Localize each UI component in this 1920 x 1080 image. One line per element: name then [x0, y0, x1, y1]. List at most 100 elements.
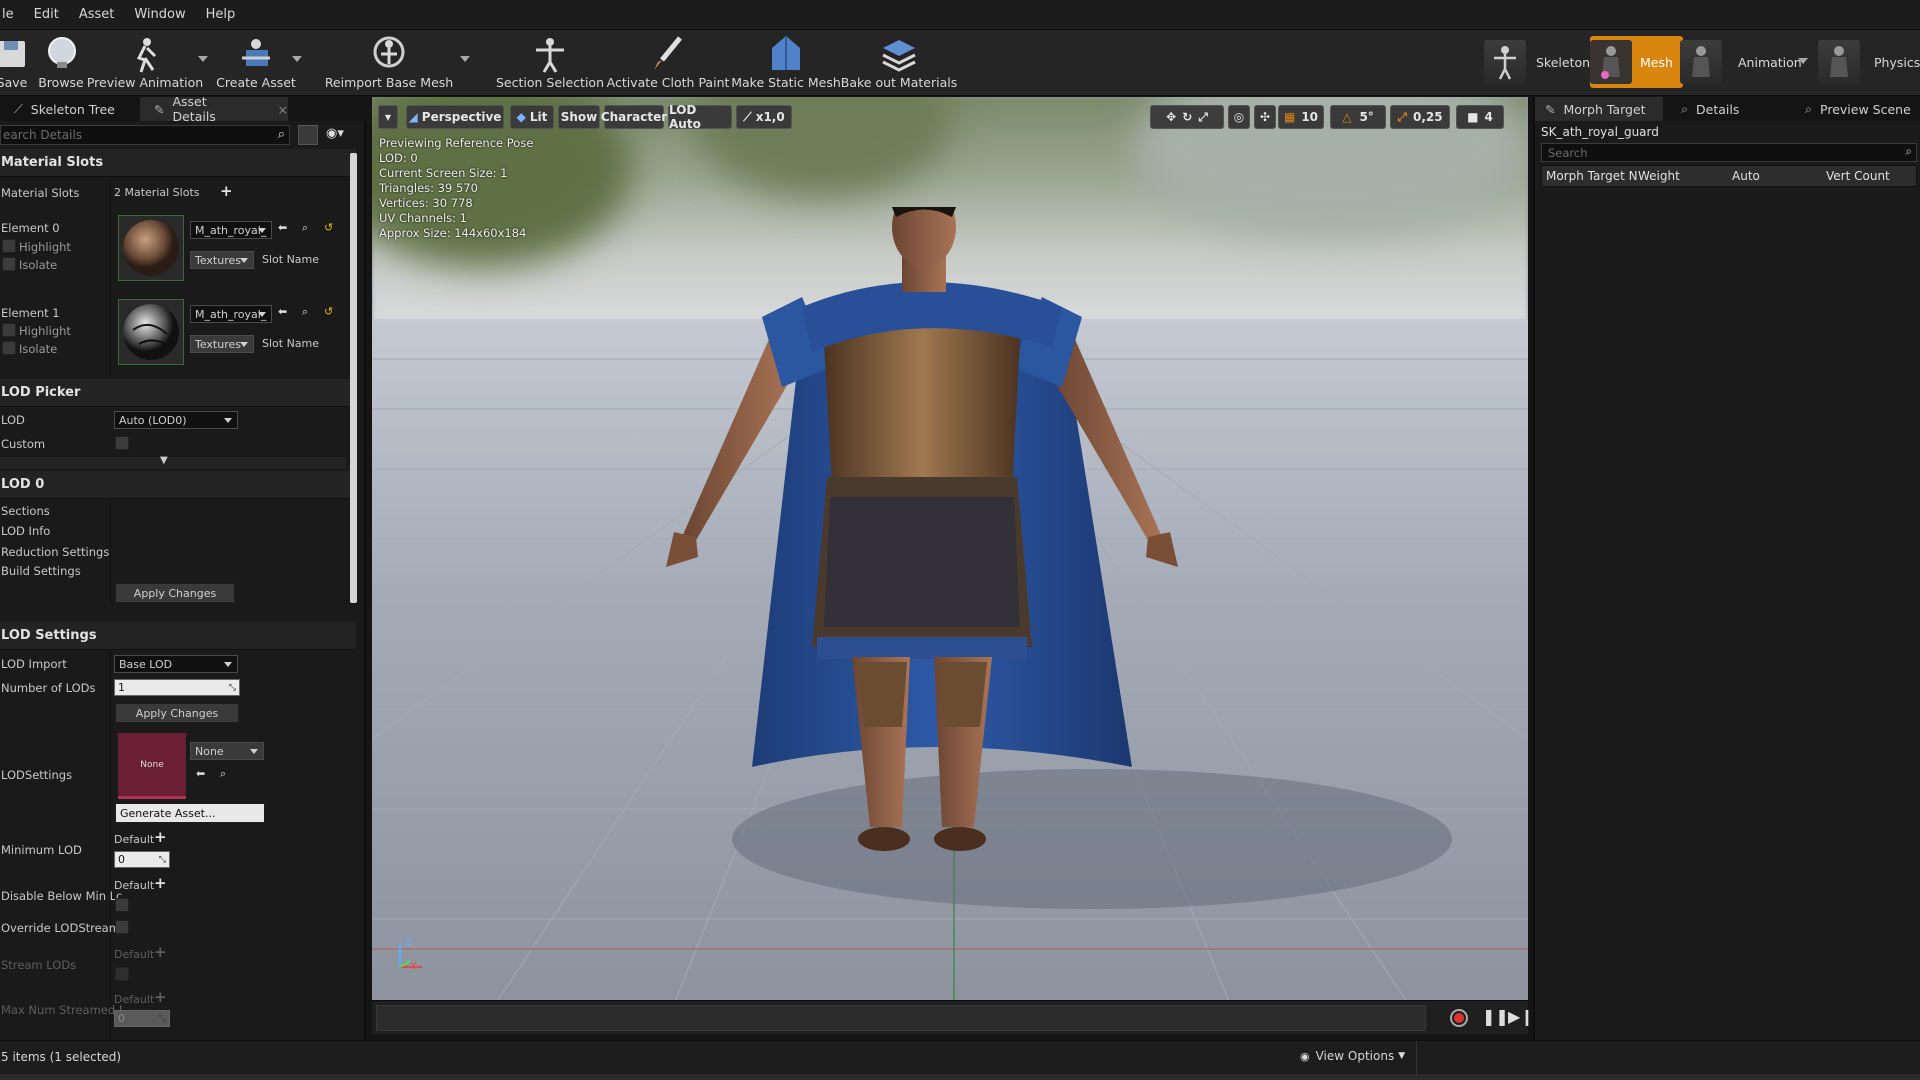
details-search-input[interactable]: earch Details ⌕ [0, 125, 290, 145]
viewport-options-button[interactable]: ▾ [378, 105, 398, 129]
textures-combo-0[interactable]: Textures [190, 251, 254, 269]
lod-info-item[interactable]: LOD Info [1, 524, 50, 538]
sections-item[interactable]: Sections [1, 504, 50, 518]
rotate-icon[interactable]: ↻ [1182, 110, 1192, 124]
menu-file[interactable]: le [2, 7, 14, 22]
eye-icon[interactable]: ◉▾ [326, 126, 344, 141]
expand-lod-bar[interactable]: ▼ [0, 455, 346, 469]
bake-out-materials-button[interactable]: Bake out Materials [841, 30, 957, 96]
menu-window[interactable]: Window [134, 7, 185, 22]
material-thumbnail-0[interactable] [118, 215, 184, 281]
material-combo-0[interactable]: M_ath_royal_ [190, 221, 272, 239]
browse-asset-icon[interactable]: ⌕ [302, 221, 308, 235]
mesh-mode-button[interactable]: Mesh [1590, 36, 1683, 88]
lod-settings-section[interactable]: LOD Settings [0, 622, 356, 650]
scale-snap-button[interactable]: ⤢ 0,25 [1390, 105, 1450, 129]
use-selected-arrow-icon[interactable]: ⬅ [196, 767, 205, 780]
lodsettings-thumbnail[interactable]: None [118, 733, 186, 799]
world-local-icon[interactable]: ◎ [1228, 105, 1250, 129]
reimport-base-mesh-button[interactable]: Reimport Base Mesh [325, 30, 453, 96]
save-button[interactable]: Save [0, 30, 32, 96]
close-tab-icon[interactable]: × [278, 102, 288, 117]
reset-icon[interactable]: ↺ [324, 221, 333, 234]
section-selection-button[interactable]: Section Selection [496, 30, 604, 96]
material-slots-section[interactable]: Material Slots [0, 149, 356, 177]
lod-combo[interactable]: Auto (LOD0) [114, 411, 238, 429]
lod-picker-section[interactable]: LOD Picker [0, 379, 356, 407]
playback-speed-button[interactable]: ⟋ x1,0 [736, 105, 792, 129]
disable-below-checkbox[interactable] [115, 898, 129, 912]
reset-icon[interactable]: ↺ [324, 305, 333, 318]
character-button[interactable]: Character [601, 105, 667, 129]
record-icon[interactable] [1450, 1009, 1468, 1027]
tab-skeleton-tree[interactable]: ⟋ Skeleton Tree [0, 97, 140, 121]
add-material-slot-icon[interactable]: + [220, 182, 233, 200]
highlight-checkbox-0[interactable] [2, 239, 16, 253]
make-static-mesh-button[interactable]: Make Static Mesh [731, 30, 841, 96]
column-morph-target-name[interactable]: Morph Target N [1546, 169, 1638, 183]
grid-view-icon[interactable] [298, 125, 318, 145]
use-selected-arrow-icon[interactable]: ⬅ [278, 221, 287, 234]
menu-asset[interactable]: Asset [79, 7, 115, 22]
menu-help[interactable]: Help [206, 7, 236, 22]
use-selected-arrow-icon[interactable]: ⬅ [278, 305, 287, 318]
physics-mode-button[interactable]: Physics [1818, 36, 1920, 88]
tab-asset-details[interactable]: ✎ Asset Details × [140, 94, 288, 124]
custom-checkbox[interactable] [115, 436, 129, 450]
lit-button[interactable]: ◆ Lit [510, 105, 554, 129]
grid-snap-button[interactable]: ▦ 10 [1278, 105, 1324, 129]
skeleton-mode-button[interactable]: Skeleton [1484, 36, 1590, 88]
override-lod-checkbox[interactable] [115, 920, 129, 934]
preview-viewport[interactable]: ▾ ◢ Perspective ◆ Lit Show Character LOD A… [372, 97, 1528, 1000]
perspective-button[interactable]: ◢ Perspective [406, 105, 504, 129]
preview-animation-dropdown-icon[interactable] [198, 56, 208, 62]
textures-combo-1[interactable]: Textures [190, 335, 254, 353]
apply-changes-button-2[interactable]: Apply Changes [115, 703, 239, 723]
view-options-button[interactable]: ◉ View Options ▼ [1300, 1049, 1405, 1063]
apply-changes-button[interactable]: Apply Changes [115, 583, 235, 603]
material-combo-1[interactable]: M_ath_royal_ [190, 305, 272, 323]
preview-animation-button[interactable]: Preview Animation [87, 30, 203, 96]
tab-details[interactable]: ⌕ Details [1669, 97, 1789, 121]
column-weight[interactable]: Weight [1638, 169, 1680, 183]
show-button[interactable]: Show [558, 105, 600, 129]
material-thumbnail-1[interactable] [118, 299, 184, 365]
generate-asset-button[interactable]: Generate Asset... [115, 803, 265, 823]
translate-icon[interactable]: ✥ [1166, 110, 1176, 124]
activate-cloth-paint-button[interactable]: Activate Cloth Paint [607, 30, 729, 96]
column-vert-count[interactable]: Vert Count [1826, 169, 1890, 183]
animation-mode-button[interactable]: Animation [1680, 36, 1802, 88]
menu-edit[interactable]: Edit [34, 7, 59, 22]
create-asset-button[interactable]: Create Asset [216, 30, 296, 96]
build-settings-item[interactable]: Build Settings [1, 564, 81, 578]
browse-button[interactable]: Browse [36, 30, 86, 96]
browse-asset-icon[interactable]: ⌕ [302, 305, 308, 319]
isolate-checkbox-1[interactable] [2, 341, 16, 355]
tab-morph-target[interactable]: ✎ Morph Target [1535, 97, 1663, 121]
rotation-snap-button[interactable]: △ 5° [1330, 105, 1386, 129]
character-mesh[interactable] [652, 207, 1212, 887]
pause-icon[interactable]: ❚❚ [1482, 1007, 1509, 1026]
details-scrollbar[interactable] [350, 153, 357, 603]
column-auto[interactable]: Auto [1732, 169, 1760, 183]
reimport-dropdown-icon[interactable] [460, 56, 470, 62]
step-forward-icon[interactable]: ▶❙ [1508, 1007, 1534, 1026]
minimum-lod-input[interactable]: 0 ⤡ [114, 851, 170, 868]
animation-dropdown-icon[interactable] [1798, 58, 1808, 64]
browse-asset-icon[interactable]: ⌕ [220, 767, 226, 781]
isolate-checkbox-0[interactable] [2, 257, 16, 271]
tab-preview-scene[interactable]: ⌕ Preview Scene [1795, 97, 1920, 121]
lod0-section[interactable]: LOD 0 [0, 471, 356, 499]
lod-import-combo[interactable]: Base LOD [114, 655, 238, 673]
lod-auto-button[interactable]: LOD Auto [668, 103, 732, 131]
timeline-track[interactable] [376, 1005, 1426, 1031]
reduction-settings-item[interactable]: Reduction Settings [1, 545, 109, 559]
create-asset-dropdown-icon[interactable] [292, 56, 302, 62]
add-override-icon[interactable]: + [154, 828, 167, 846]
scale-icon[interactable]: ⤢ [1198, 110, 1208, 125]
camera-speed-button[interactable]: ■ 4 [1456, 105, 1504, 129]
lodsettings-combo[interactable]: None [190, 742, 264, 760]
morph-search-input[interactable]: Search ⌕ [1541, 143, 1917, 162]
surface-snap-icon[interactable]: ✣ [1254, 105, 1276, 129]
number-of-lods-input[interactable]: 1 ⤡ [114, 679, 240, 696]
